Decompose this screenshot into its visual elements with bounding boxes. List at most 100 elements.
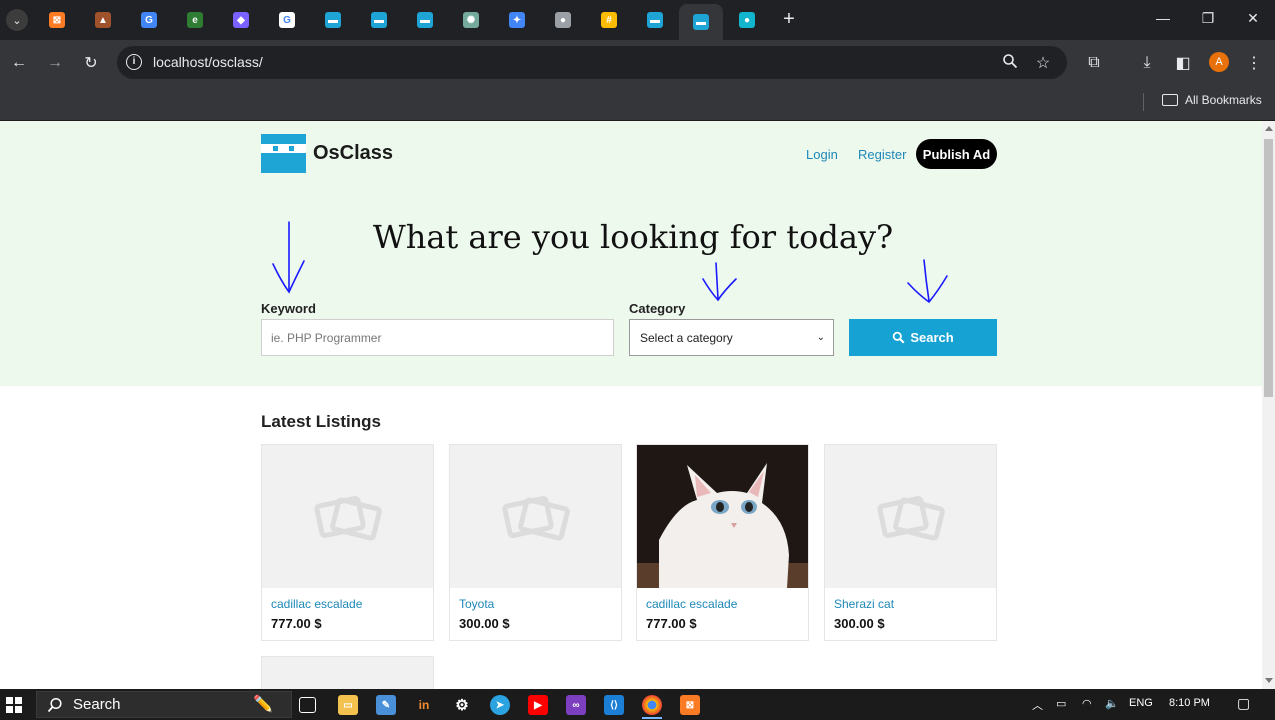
- publish-ad-button[interactable]: Publish Ad: [916, 139, 997, 169]
- xampp-icon[interactable]: ⊠: [680, 695, 700, 715]
- notes-tab[interactable]: #: [587, 6, 631, 34]
- latest-listings-title: Latest Listings: [261, 412, 381, 431]
- youtube-icon[interactable]: ▶: [528, 695, 548, 715]
- new-tab-button[interactable]: +: [778, 9, 800, 31]
- vscode-icon[interactable]: ⟨⟩: [604, 695, 624, 715]
- google-tab[interactable]: G: [265, 6, 309, 34]
- notifications-icon[interactable]: ▢: [1237, 695, 1250, 712]
- osclass-tab-2[interactable]: ▬: [357, 6, 401, 34]
- language-indicator[interactable]: ENG: [1129, 697, 1153, 709]
- notes-app-icon[interactable]: ✎: [376, 695, 396, 715]
- extensions-icon[interactable]: ⧉: [1083, 52, 1105, 74]
- site-brand[interactable]: OsClass: [313, 142, 393, 165]
- tab-search-chevron-icon[interactable]: ⌄: [6, 9, 28, 31]
- login-link[interactable]: Login: [806, 147, 838, 162]
- listing-price: 300.00 $: [459, 616, 510, 631]
- all-bookmarks-label: All Bookmarks: [1185, 93, 1262, 107]
- no-photo-placeholder-icon[interactable]: [825, 445, 996, 588]
- translate-tab[interactable]: G: [127, 6, 171, 34]
- listing-title-link[interactable]: cadillac escalade: [271, 597, 362, 611]
- folder-icon: [1162, 94, 1178, 106]
- app-tab[interactable]: ●: [725, 6, 769, 34]
- telegram-icon[interactable]: ➤: [490, 695, 510, 715]
- settings-gear-icon[interactable]: ⚙: [452, 695, 472, 715]
- listing-card[interactable]: Sherazi cat 300.00 $: [824, 444, 997, 641]
- tray-chevron-up-icon[interactable]: ︿: [1032, 697, 1043, 713]
- keyword-input[interactable]: ie. PHP Programmer: [261, 319, 614, 356]
- chrome-active-indicator: [642, 717, 662, 719]
- kitten-photo[interactable]: [637, 445, 808, 588]
- forward-icon[interactable]: →: [44, 52, 66, 74]
- scroll-thumb[interactable]: [1264, 139, 1273, 397]
- side-panel-icon[interactable]: ◧: [1172, 52, 1194, 74]
- listing-price: 300.00 $: [834, 616, 885, 631]
- visual-studio-icon[interactable]: ∞: [566, 695, 586, 715]
- sheets-tab[interactable]: e: [173, 6, 217, 34]
- chrome-icon[interactable]: [642, 695, 662, 715]
- listing-card[interactable]: Toyota 300.00 $: [449, 444, 622, 641]
- osclass-tab-1[interactable]: ▬: [311, 6, 355, 34]
- shield-favicon-icon: ◆: [233, 12, 249, 28]
- search-highlight-icon[interactable]: ✏️: [240, 692, 286, 716]
- search-icon: [893, 331, 905, 344]
- listing-title-link[interactable]: Sherazi cat: [834, 597, 894, 611]
- xampp-tab[interactable]: ⊠: [35, 6, 79, 34]
- globe-tab[interactable]: ●: [541, 6, 585, 34]
- search-icon: [47, 697, 62, 712]
- wifi-icon[interactable]: ◠: [1082, 697, 1092, 710]
- osclass-tab-3[interactable]: ▬: [403, 6, 447, 34]
- all-bookmarks-button[interactable]: All Bookmarks: [1162, 93, 1262, 107]
- no-photo-placeholder-icon[interactable]: [262, 445, 433, 588]
- volume-icon[interactable]: 🔈: [1105, 697, 1119, 710]
- back-icon[interactable]: ←: [8, 52, 30, 74]
- taskbar-search-label: Search: [73, 696, 121, 713]
- no-photo-placeholder-icon[interactable]: [450, 445, 621, 588]
- battery-icon[interactable]: ▭: [1056, 697, 1066, 710]
- download-icon[interactable]: ⤓: [1136, 52, 1158, 74]
- osclass-favicon-icon: ▬: [325, 12, 341, 28]
- listing-card-partial[interactable]: [261, 656, 434, 689]
- google-favicon-icon: G: [279, 12, 295, 28]
- search-button[interactable]: Search: [849, 319, 997, 356]
- annotation-arrow-search: [907, 259, 948, 304]
- category-select[interactable]: Select a category ⌄: [629, 319, 834, 356]
- zoom-icon[interactable]: [1000, 53, 1020, 74]
- shield-tab[interactable]: ◆: [219, 6, 263, 34]
- file-explorer-icon[interactable]: ▭: [338, 695, 358, 715]
- sheets-favicon-icon: e: [187, 12, 203, 28]
- windows-start-icon[interactable]: [6, 697, 22, 713]
- page-scrollbar[interactable]: [1262, 121, 1275, 689]
- osclass-tab-active[interactable]: ▬: [679, 4, 723, 40]
- hero-section: OsClass Login Register Publish Ad What a…: [0, 121, 1262, 386]
- address-bar[interactable]: i localhost/osclass/ ☆: [117, 46, 1067, 79]
- listing-card[interactable]: cadillac escalade 777.00 $: [636, 444, 809, 641]
- osclass-logo-icon[interactable]: [261, 134, 306, 173]
- task-view-icon[interactable]: [299, 697, 316, 713]
- minimize-icon[interactable]: —: [1153, 10, 1173, 26]
- listing-title-link[interactable]: cadillac escalade: [646, 597, 737, 611]
- restore-icon[interactable]: ❐: [1198, 10, 1218, 27]
- chatgpt-tab[interactable]: ✺: [449, 6, 493, 34]
- osclass-tab-4[interactable]: ▬: [633, 6, 677, 34]
- xampp-favicon-icon: ⊠: [49, 12, 65, 28]
- gemini-tab[interactable]: ✦: [495, 6, 539, 34]
- site-info-icon[interactable]: i: [126, 54, 142, 70]
- ask-tab[interactable]: ▲: [81, 6, 125, 34]
- listing-title-link[interactable]: Toyota: [459, 597, 494, 611]
- register-link[interactable]: Register: [858, 147, 906, 162]
- scroll-down-icon[interactable]: [1265, 678, 1273, 683]
- clock[interactable]: 8:10 PM: [1169, 697, 1210, 709]
- profile-avatar[interactable]: A: [1209, 52, 1229, 72]
- bookmark-star-icon[interactable]: ☆: [1033, 53, 1053, 73]
- bookmarks-bar: All Bookmarks: [0, 85, 1275, 121]
- scroll-up-icon[interactable]: [1265, 126, 1273, 131]
- in-app-icon[interactable]: in: [414, 695, 434, 715]
- listing-card[interactable]: cadillac escalade 777.00 $: [261, 444, 434, 641]
- listing-price: 777.00 $: [271, 616, 322, 631]
- close-window-icon[interactable]: ✕: [1243, 10, 1263, 27]
- osclass-favicon-icon: ▬: [417, 12, 433, 28]
- browser-menu-icon[interactable]: ⋮: [1243, 52, 1265, 74]
- globe-favicon-icon: ●: [555, 12, 571, 28]
- url-text[interactable]: localhost/osclass/: [153, 54, 263, 70]
- reload-icon[interactable]: ↻: [80, 52, 102, 74]
